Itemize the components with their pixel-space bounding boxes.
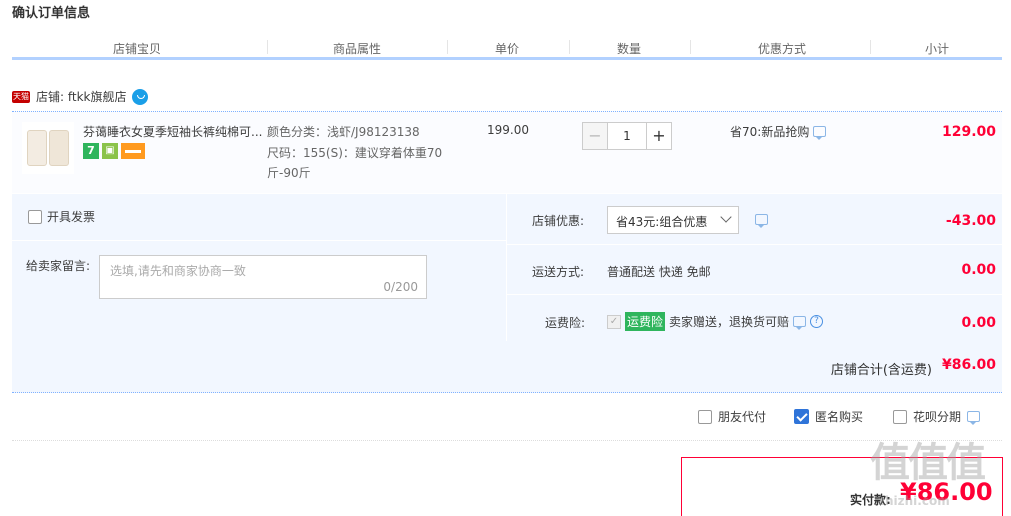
shop-total-bar: 店铺合计(含运费) ¥86.00: [12, 341, 1002, 393]
product-title-link[interactable]: 芬蔼睡衣女夏季短袖长裤纯棉可...: [83, 123, 268, 140]
shop-total-label: 店铺合计(含运费): [830, 363, 932, 378]
invoice-label: 开具发票: [47, 210, 96, 224]
friend-pay-option[interactable]: 朋友代付: [698, 408, 766, 425]
shop-name-link[interactable]: 店铺: ftkk旗舰店: [36, 88, 126, 105]
huabei-checkbox[interactable]: [893, 409, 908, 424]
shop-discount-label: 店铺优惠:: [532, 214, 585, 228]
shop-discount-selected: 省43元:组合优惠: [616, 215, 708, 229]
friend-pay-checkbox[interactable]: [698, 409, 712, 424]
payment-options: 朋友代付 匿名购买 花呗分期: [698, 408, 981, 425]
column-header: 店铺宝贝 商品属性 单价 数量 优惠方式 小计: [12, 36, 1002, 60]
quality-guarantee-icon[interactable]: ▣: [102, 143, 118, 159]
insurance-chat-icon[interactable]: [793, 316, 807, 330]
column-unit-price: 单价: [494, 42, 519, 56]
column-quantity: 数量: [616, 42, 641, 56]
insurance-label: 运费险:: [545, 316, 586, 330]
promo-info-icon[interactable]: [813, 126, 827, 140]
anonymous-purchase-option[interactable]: 匿名购买: [794, 408, 863, 425]
discount-info-icon[interactable]: [755, 214, 768, 228]
quantity-stepper: − 1 +: [582, 122, 672, 150]
seller-message-input[interactable]: 选填,请先和商家协商一致 0/200: [99, 255, 427, 299]
shop-line: 天猫 店铺: ftkk旗舰店: [12, 88, 149, 105]
quantity-increase-button[interactable]: +: [646, 122, 672, 150]
actual-pay-label: 实付款:: [850, 493, 891, 507]
quantity-decrease-button[interactable]: −: [582, 122, 608, 150]
product-color-attr: 颜色分类：浅虾/J98123138: [267, 125, 420, 139]
anonymous-label: 匿名购买: [815, 410, 864, 424]
shop-total-amount: ¥86.00: [941, 357, 996, 373]
page-title: 确认订单信息: [12, 6, 91, 21]
message-placeholder: 选填,请先和商家协商一致: [110, 264, 246, 278]
shipping-label: 运送方式:: [532, 265, 585, 279]
insurance-text: 卖家赠送，退换货可赔: [669, 315, 790, 329]
message-label: 给卖家留言:: [26, 259, 91, 273]
friend-pay-label: 朋友代付: [718, 410, 767, 424]
invoice-checkbox[interactable]: [28, 209, 42, 224]
column-discount: 优惠方式: [757, 42, 806, 56]
order-options-panel: 开具发票 给卖家留言: 选填,请先和商家协商一致 0/200 店铺优惠: 省43…: [12, 194, 1003, 341]
product-thumbnail[interactable]: [22, 122, 74, 174]
item-promotion: 省70:新品抢购: [730, 123, 827, 140]
divider: [12, 440, 1002, 441]
seven-day-return-icon[interactable]: 7: [83, 143, 99, 159]
shipping-amount: 0.00: [961, 262, 996, 278]
column-attributes: 商品属性: [332, 42, 381, 56]
order-item-row: 芬蔼睡衣女夏季短袖长裤纯棉可... 7 ▣ 颜色分类：浅虾/J98123138 …: [12, 111, 1002, 193]
unit-price: 199.00: [487, 123, 529, 137]
huabei-installment-option[interactable]: 花呗分期: [893, 408, 981, 425]
insurance-amount: 0.00: [961, 315, 996, 331]
item-subtotal: 129.00: [941, 124, 996, 140]
huabei-info-icon[interactable]: [967, 411, 981, 425]
actual-payment-box: 实付款: ¥86.00: [681, 457, 1003, 516]
column-shop-items: 店铺宝贝: [112, 42, 161, 56]
chevron-down-icon: [720, 211, 732, 223]
huabei-label: 花呗分期: [913, 410, 962, 424]
quantity-input[interactable]: 1: [608, 122, 646, 150]
options-right: 店铺优惠: 省43元:组合优惠 -43.00 运送方式: 普通配送 快递 免邮 …: [506, 194, 1003, 341]
insurance-option: ✓ 运费险 卖家赠送，退换货可赔 ?: [607, 312, 824, 331]
message-char-count: 0/200: [383, 280, 418, 294]
shop-discount-amount: -43.00: [945, 213, 996, 229]
shop-discount-select[interactable]: 省43元:组合优惠: [607, 206, 739, 234]
promotion-text: 省70:新品抢购: [730, 125, 810, 139]
credit-card-icon[interactable]: [121, 143, 145, 159]
help-question-icon[interactable]: ?: [810, 315, 824, 328]
insurance-checkbox: ✓: [607, 314, 621, 329]
anonymous-checkbox[interactable]: [794, 409, 810, 424]
service-badges: 7 ▣: [83, 143, 145, 159]
product-size-attr: 尺码：155(S)：建议穿着体重70斤-90斤: [267, 146, 443, 180]
actual-pay-amount: ¥86.00: [900, 478, 993, 506]
invoice-option[interactable]: 开具发票: [28, 208, 95, 225]
shipping-method: 普通配送 快递 免邮: [607, 265, 711, 279]
wangwang-chat-icon[interactable]: [132, 88, 149, 105]
tmall-badge-icon: 天猫: [12, 90, 30, 103]
options-left: 开具发票 给卖家留言: 选填,请先和商家协商一致 0/200: [12, 194, 506, 341]
column-subtotal: 小计: [924, 42, 949, 56]
insurance-tag: 运费险: [625, 312, 666, 331]
